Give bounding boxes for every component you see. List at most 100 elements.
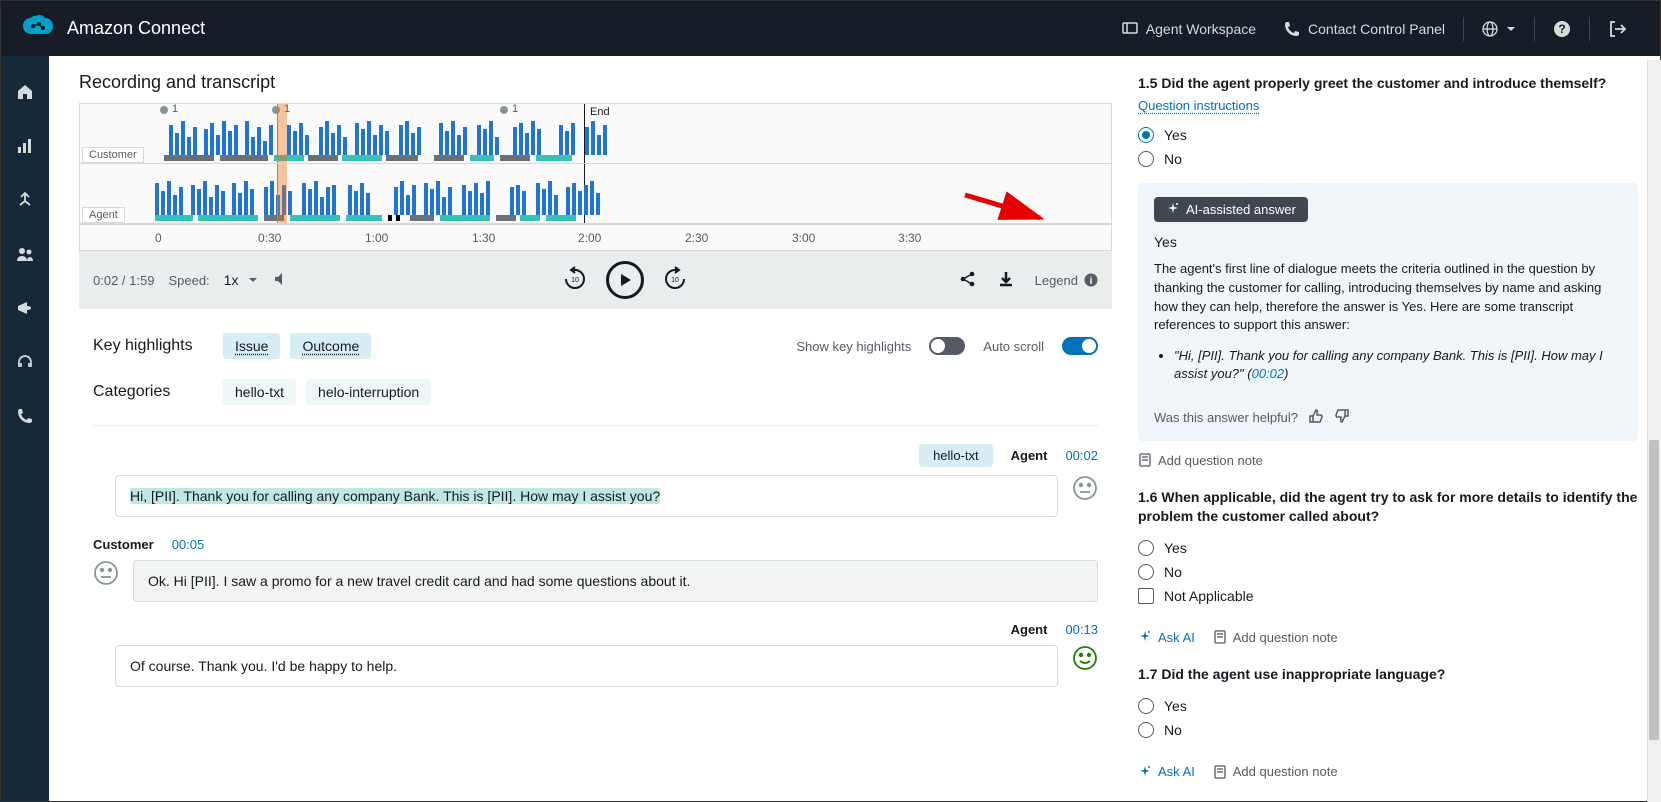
ask-ai-link[interactable]: Ask AI [1138,630,1195,645]
option-no[interactable]: No [1138,560,1638,584]
sentiment-neutral-icon [1072,475,1098,501]
chevron-down-icon [248,275,258,285]
ask-ai-link[interactable]: Ask AI [1138,764,1195,779]
issue-chip[interactable]: Issue [223,333,280,359]
agent-workspace-link[interactable]: Agent Workspace [1108,1,1270,56]
option-no[interactable]: No [1138,718,1638,742]
radio-icon [1138,698,1154,714]
scrollbar-thumb[interactable] [1649,440,1659,740]
outcome-chip[interactable]: Outcome [290,333,371,359]
volume-button[interactable] [272,270,290,291]
connect-logo-icon [21,14,55,43]
option-na[interactable]: Not Applicable [1138,584,1638,608]
caret-down-icon [1506,24,1516,34]
side-navigation [1,56,49,801]
categories-label: Categories [93,383,223,401]
brand-title: Amazon Connect [67,18,205,39]
nav-users[interactable] [1,242,49,266]
logout-button[interactable] [1594,1,1640,56]
role-label: Agent [1011,622,1048,637]
agent-waveform-row[interactable]: Agent [80,164,1111,224]
key-highlights-section: Key highlights Issue Outcome Show key hi… [79,309,1112,717]
transcript-bubble[interactable]: Of course. Thank you. I'd be happy to he… [115,645,1058,687]
autoscroll-label: Auto scroll [983,339,1044,354]
transcript-row: Of course. Thank you. I'd be happy to he… [93,645,1098,687]
timestamp-link[interactable]: 00:02 [1065,448,1098,463]
sentiment-neutral-icon [93,560,119,586]
rewind-10-button[interactable]: 10 [562,266,588,295]
question-title: 1.6 When applicable, did the agent try t… [1138,488,1638,526]
show-highlights-toggle[interactable] [929,337,965,355]
quote-timestamp-link[interactable]: 00:02 [1252,366,1285,381]
customer-track-label: Customer [82,147,144,163]
svg-text:10: 10 [671,277,679,284]
nav-phone[interactable] [1,404,49,428]
option-yes[interactable]: Yes [1138,536,1638,560]
checkbox-icon [1138,588,1154,604]
nav-headset[interactable] [1,350,49,374]
ccp-link[interactable]: Contact Control Panel [1270,1,1459,56]
svg-text:10: 10 [571,277,579,284]
nav-routing[interactable] [1,188,49,212]
share-button[interactable] [959,270,977,291]
thumbs-down-button[interactable] [1334,408,1350,427]
brand-logo[interactable]: Amazon Connect [21,14,205,43]
radio-icon [1138,564,1154,580]
category-chip[interactable]: hello-txt [223,379,296,405]
note-icon [1213,630,1227,644]
radio-icon [1138,722,1154,738]
play-button[interactable] [606,261,644,299]
autoscroll-toggle[interactable] [1062,337,1098,355]
legend-button[interactable]: Legend i [1035,273,1098,288]
agent-track-label: Agent [82,207,125,223]
question-instructions-link[interactable]: Question instructions [1138,98,1259,113]
download-button[interactable] [997,270,1015,291]
language-selector[interactable] [1468,1,1530,56]
customer-waveform-row[interactable]: Customer 1 1 1 End [80,104,1111,164]
help-icon: ? [1553,20,1571,38]
nav-campaigns[interactable] [1,296,49,320]
transcript-bubble[interactable]: Hi, [PII]. Thank you for calling any com… [115,475,1058,517]
thumbs-up-button[interactable] [1308,408,1324,427]
scrollbar[interactable] [1647,60,1661,802]
playhead-marker[interactable] [277,104,287,163]
help-button[interactable]: ? [1539,1,1585,56]
timestamp-link[interactable]: 00:05 [172,537,205,552]
sparkle-icon [1166,202,1180,216]
role-label: Agent [1011,448,1048,463]
option-yes[interactable]: Yes [1138,694,1638,718]
add-note-link[interactable]: Add question note [1213,764,1338,779]
transcript-row: Hi, [PII]. Thank you for calling any com… [93,475,1098,517]
option-no[interactable]: No [1138,147,1638,171]
option-yes[interactable]: Yes [1138,123,1638,147]
add-note-link[interactable]: Add question note [1138,453,1263,468]
question-block: 1.7 Did the agent use inappropriate lang… [1138,665,1638,781]
ai-answer-value: Yes [1154,234,1622,250]
main-content: Recording and transcript Customer 1 1 1 … [49,56,1660,801]
svg-text:?: ? [1558,22,1565,36]
workspace-icon [1122,21,1138,37]
transcript-tag[interactable]: hello-txt [919,444,993,467]
note-icon [1138,453,1152,467]
recording-transcript-pane: Recording and transcript Customer 1 1 1 … [49,56,1130,801]
info-icon: i [1084,273,1098,287]
evaluation-pane: | | 1.5 Did the agent properly greet the… [1130,56,1660,801]
category-chip[interactable]: helo-interruption [306,379,431,405]
question-title: 1.7 Did the agent use inappropriate lang… [1138,665,1638,684]
playback-position: 0:02 / 1:59 [93,273,154,288]
transcript-meta: Agent 00:13 [93,622,1098,637]
transcript-meta: hello-txt Agent 00:02 [93,444,1098,467]
forward-10-button[interactable]: 10 [662,266,688,295]
speed-selector[interactable]: 1x [224,272,259,288]
nav-home[interactable] [1,80,49,104]
ai-assisted-panel: AI-assisted answer Yes The agent's first… [1138,183,1638,441]
ai-explanation: The agent's first line of dialogue meets… [1154,260,1622,335]
feedback-row: Was this answer helpful? [1154,408,1622,427]
top-navigation: Amazon Connect Agent Workspace Contact C… [1,1,1660,56]
playhead-marker[interactable] [277,164,287,223]
timestamp-link[interactable]: 00:13 [1065,622,1098,637]
globe-icon [1482,21,1498,37]
transcript-bubble[interactable]: Ok. Hi [PII]. I saw a promo for a new tr… [133,560,1098,602]
nav-analytics[interactable] [1,134,49,158]
add-note-link[interactable]: Add question note [1213,630,1338,645]
